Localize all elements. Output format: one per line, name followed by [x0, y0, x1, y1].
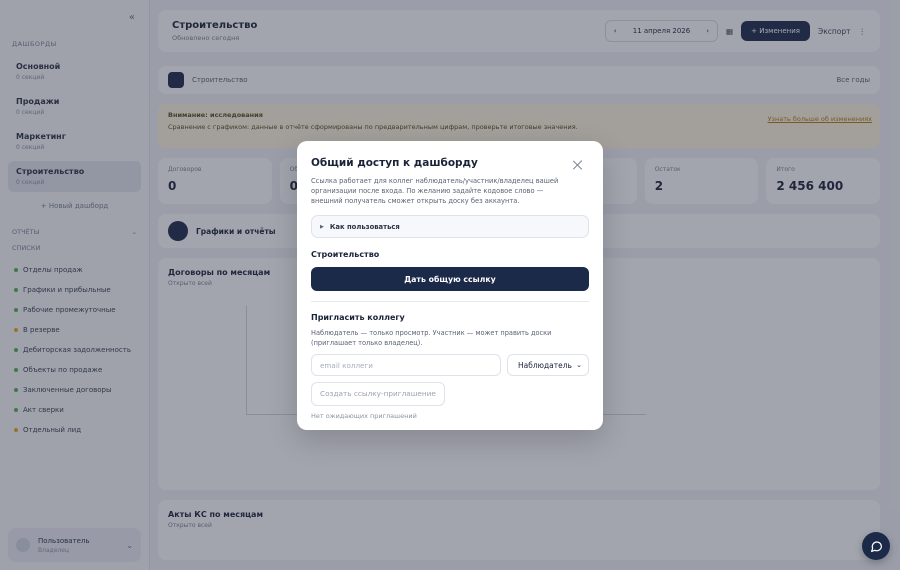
- chevron-down-icon: ⌄: [576, 361, 582, 369]
- how-to-use-disclosure[interactable]: ▶ Как пользоваться: [311, 215, 589, 238]
- dialog-title: Общий доступ к дашборду: [311, 157, 478, 169]
- triangle-right-icon: ▶: [320, 223, 324, 230]
- share-dashboard-dialog: Общий доступ к дашборду Ссылка работает …: [297, 141, 603, 430]
- divider: [311, 301, 589, 302]
- create-invite-button[interactable]: Создать ссылку-приглашение: [311, 382, 445, 406]
- share-link-button[interactable]: Дать общую ссылку: [311, 267, 589, 291]
- how-to-use-label: Как пользоваться: [329, 222, 400, 231]
- chat-button[interactable]: [862, 532, 890, 560]
- dialog-description: Ссылка работает для коллег наблюдатель/у…: [311, 177, 559, 205]
- invite-hint: Наблюдатель — только просмотр. Участник …: [311, 329, 552, 347]
- pending-invites-text: Нет ожидающих приглашений: [311, 412, 417, 420]
- close-icon[interactable]: [571, 158, 585, 172]
- invite-title: Пригласить коллегу: [311, 313, 405, 322]
- chat-icon: [870, 540, 882, 552]
- dashboard-name: Строительство: [311, 250, 380, 259]
- invite-row: Наблюдатель ⌄: [311, 354, 589, 376]
- email-field[interactable]: [311, 354, 501, 376]
- role-select[interactable]: Наблюдатель ⌄: [507, 354, 589, 376]
- role-selected-value: Наблюдатель: [518, 360, 572, 370]
